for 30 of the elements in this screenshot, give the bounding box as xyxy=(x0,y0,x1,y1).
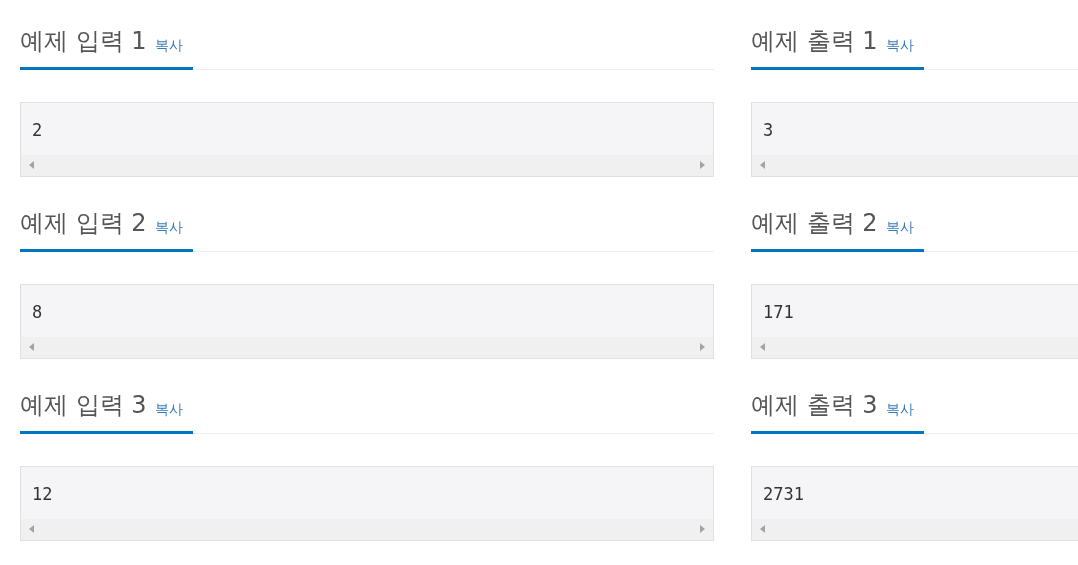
copy-link[interactable]: 복사 xyxy=(885,217,914,237)
sample-value: 2 xyxy=(31,119,44,142)
scroll-left-icon[interactable] xyxy=(760,161,765,169)
sample-value: 171 xyxy=(762,301,795,324)
horizontal-scrollbar[interactable] xyxy=(21,155,713,176)
scroll-right-icon[interactable] xyxy=(700,525,705,533)
section-title: 예제 출력 1 xyxy=(751,26,878,57)
horizontal-scrollbar[interactable] xyxy=(21,519,713,540)
horizontal-scrollbar[interactable] xyxy=(21,337,713,358)
copy-link[interactable]: 복사 xyxy=(885,35,914,55)
sample-value: 12 xyxy=(31,483,54,506)
scroll-left-icon[interactable] xyxy=(29,525,34,533)
scroll-right-icon[interactable] xyxy=(700,161,705,169)
section-title: 예제 출력 2 xyxy=(751,208,878,239)
section-title: 예제 출력 3 xyxy=(751,390,878,421)
section-title: 예제 입력 3 xyxy=(20,390,147,421)
scroll-left-icon[interactable] xyxy=(29,161,34,169)
copy-link[interactable]: 복사 xyxy=(154,399,183,419)
sample-value: 8 xyxy=(31,301,44,324)
copy-link[interactable]: 복사 xyxy=(885,399,914,419)
section-title: 예제 입력 1 xyxy=(20,26,147,57)
sample-value: 3 xyxy=(762,119,775,142)
scroll-right-icon[interactable] xyxy=(700,343,705,351)
section-title: 예제 입력 2 xyxy=(20,208,147,239)
sample-value: 2731 xyxy=(762,483,805,506)
scroll-left-icon[interactable] xyxy=(760,343,765,351)
copy-link[interactable]: 복사 xyxy=(154,35,183,55)
scroll-left-icon[interactable] xyxy=(760,525,765,533)
scroll-left-icon[interactable] xyxy=(29,343,34,351)
copy-link[interactable]: 복사 xyxy=(154,217,183,237)
